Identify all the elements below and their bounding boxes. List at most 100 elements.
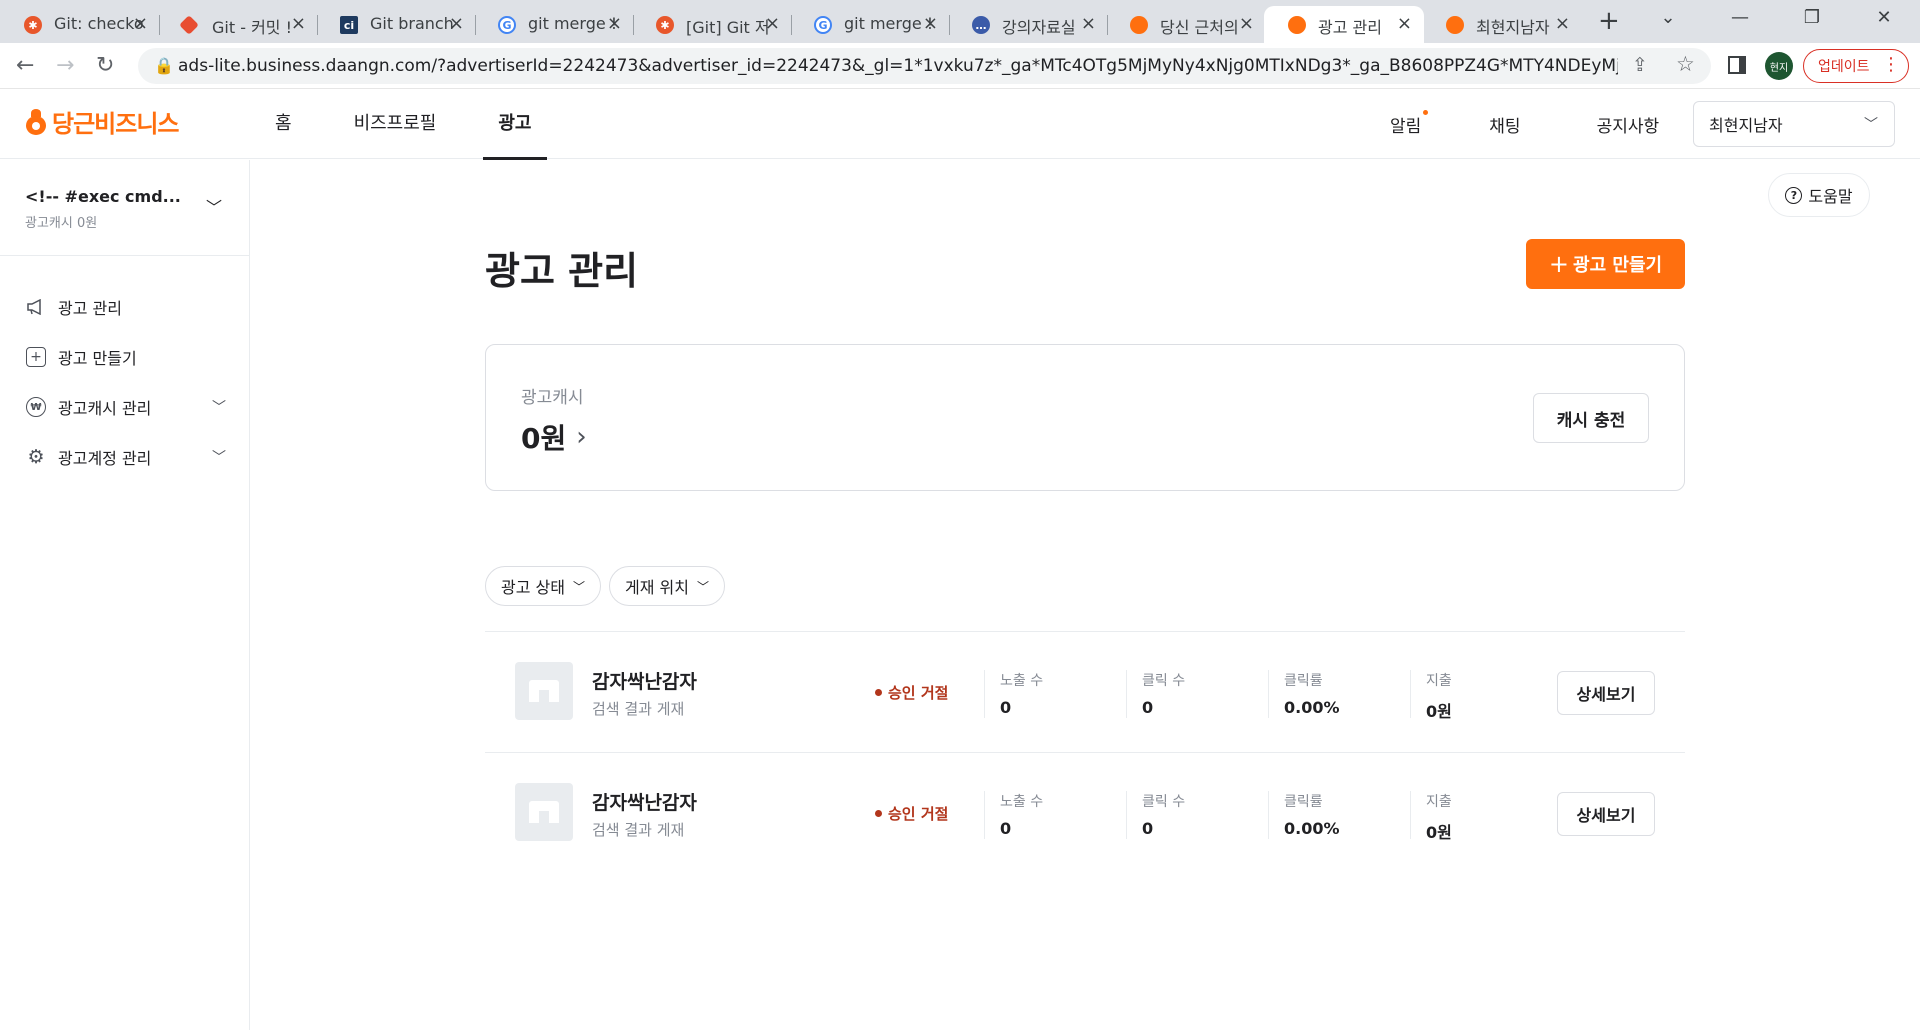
url-text[interactable]: ads-lite.business.daangn.com/?advertiser…: [178, 56, 1618, 76]
sidebar-item-label: 광고계정 관리: [58, 449, 152, 468]
ad-status-filter[interactable]: 광고 상태 ﹀: [485, 566, 601, 606]
ctr-stat: 클릭률 0.00%: [1268, 791, 1408, 839]
git-icon: ✱: [656, 16, 674, 34]
browser-tab-active[interactable]: 광고 관리 ×: [1264, 6, 1424, 43]
sidebar-item-ad-manage[interactable]: 광고 관리: [26, 282, 226, 332]
close-icon[interactable]: ×: [1239, 13, 1254, 34]
won-circle-icon: ₩: [26, 397, 46, 417]
carrot-icon: [1130, 16, 1148, 34]
question-circle-icon: ?: [1785, 186, 1803, 204]
filter-bar: 광고 상태 ﹀ 게재 위치 ﹀: [485, 566, 733, 606]
browser-tab[interactable]: 당신 근처의 ×: [1106, 6, 1266, 43]
tab-search-icon[interactable]: ⌄: [1632, 0, 1704, 36]
ad-row: 감자싹난감자 검색 결과 게재 승인 거절 노출 수 0 클릭 수 0 클릭률 …: [485, 631, 1685, 752]
profile-avatar[interactable]: 현지: [1765, 52, 1793, 80]
sidebar-item-cash-manage[interactable]: ₩ 광고캐시 관리 ﹀: [26, 382, 226, 432]
placement-filter[interactable]: 게재 위치 ﹀: [608, 566, 725, 606]
sidebar-item-ad-create[interactable]: + 광고 만들기: [26, 332, 226, 382]
status-badge: 승인 거절: [875, 682, 948, 703]
browser-tab[interactable]: ✱ Git: checko ×: [0, 6, 160, 43]
close-icon[interactable]: ×: [1081, 13, 1096, 34]
back-icon[interactable]: ←: [16, 53, 34, 78]
store-thumbnail-icon: [515, 662, 573, 720]
close-icon[interactable]: ×: [923, 13, 938, 34]
nav-ads[interactable]: 광고: [483, 89, 547, 160]
store-thumbnail-icon: [515, 783, 573, 841]
restore-icon[interactable]: ❐: [1776, 0, 1848, 36]
close-icon[interactable]: ×: [607, 13, 622, 34]
alarm-link[interactable]: 알림: [1390, 109, 1429, 137]
address-bar[interactable]: 🔒 ads-lite.business.daangn.com/?advertis…: [138, 48, 1711, 84]
stat-label: 클릭률: [1284, 794, 1323, 810]
side-panel-icon[interactable]: [1728, 56, 1746, 74]
stat-value: 0: [1142, 698, 1154, 717]
reload-icon[interactable]: ↻: [96, 53, 114, 78]
share-icon[interactable]: ⇪: [1632, 54, 1648, 76]
close-icon[interactable]: ×: [1555, 13, 1570, 34]
chevron-down-icon[interactable]: ﹀: [206, 194, 222, 218]
stat-label: 노출 수: [1000, 794, 1044, 810]
app-header: 당근비즈니스 홈 비즈프로필 광고 알림 채팅 공지사항 최현지남자 ﹀: [0, 89, 1920, 160]
account-cash: 광고캐시 0원: [25, 216, 98, 231]
browser-tab[interactable]: ci Git branch ×: [316, 6, 476, 43]
ci-icon: ci: [340, 16, 358, 34]
ad-cash-amount: 0원: [521, 422, 567, 455]
update-button[interactable]: 업데이트 ⋮: [1803, 49, 1909, 83]
close-icon[interactable]: ×: [449, 13, 464, 34]
alarm-badge-dot: [1423, 109, 1429, 115]
ad-cash-amount-link[interactable]: 0원 ›: [521, 417, 587, 457]
status-dot: [875, 689, 882, 696]
detail-button[interactable]: 상세보기: [1557, 792, 1655, 836]
minimize-icon[interactable]: —: [1704, 0, 1776, 36]
detail-button[interactable]: 상세보기: [1557, 671, 1655, 715]
sidebar-menu: 광고 관리 + 광고 만들기 ₩ 광고캐시 관리 ﹀ ⚙ 광고계정 관리 ﹀: [26, 282, 226, 482]
sidebar-item-label: 광고캐시 관리: [58, 399, 152, 418]
stat-label: 클릭률: [1284, 673, 1323, 689]
close-icon[interactable]: ×: [1397, 13, 1412, 34]
nav-biz-profile[interactable]: 비즈프로필: [339, 89, 452, 159]
status-label: 승인 거절: [888, 805, 949, 823]
cash-charge-button[interactable]: 캐시 충전: [1533, 393, 1649, 443]
daangn-business-logo[interactable]: 당근비즈니스: [24, 104, 179, 139]
stat-label: 지출: [1426, 794, 1452, 810]
nav-home[interactable]: 홈: [260, 89, 307, 159]
browser-tab[interactable]: G git merge ! ×: [474, 6, 634, 43]
browser-tab[interactable]: … 강의자료실 ×: [948, 6, 1108, 43]
chevron-down-icon: ﹀: [212, 450, 226, 466]
stat-value: 0.00%: [1284, 698, 1340, 717]
sidebar-item-account-manage[interactable]: ⚙ 광고계정 관리 ﹀: [26, 432, 226, 482]
chevron-right-icon: ›: [576, 422, 587, 452]
status-dot: [875, 810, 882, 817]
bookmark-star-icon[interactable]: ☆: [1676, 52, 1695, 76]
help-label: 도움말: [1808, 187, 1853, 206]
close-icon[interactable]: ×: [291, 13, 306, 34]
account-name: <!-- #exec cmd...: [25, 187, 181, 206]
forward-icon[interactable]: →: [56, 53, 74, 78]
sidebar-divider: [0, 255, 250, 256]
carrot-icon: [1446, 16, 1464, 34]
create-ad-button[interactable]: + 광고 만들기: [1526, 239, 1685, 289]
close-icon[interactable]: ×: [133, 13, 148, 34]
sidebar: <!-- #exec cmd... 광고캐시 0원 ﹀ 광고 관리 + 광고 만…: [0, 160, 250, 1030]
clicks-stat: 클릭 수 0: [1126, 791, 1266, 839]
stat-value: 0원: [1426, 823, 1452, 842]
browser-tab[interactable]: G git merge ! ×: [790, 6, 950, 43]
new-tab-icon[interactable]: +: [1598, 6, 1620, 36]
business-select[interactable]: 최현지남자 ﹀: [1693, 101, 1895, 147]
help-button[interactable]: ? 도움말: [1768, 173, 1870, 217]
chat-link[interactable]: 채팅: [1489, 112, 1520, 137]
git-diamond-icon: [179, 15, 199, 35]
notice-link[interactable]: 공지사항: [1597, 112, 1660, 137]
browser-tab[interactable]: 최현지남자 ×: [1422, 6, 1582, 43]
close-window-icon[interactable]: ✕: [1848, 0, 1920, 36]
browser-tab[interactable]: Git - 커밋 ! ×: [158, 6, 318, 43]
stat-label: 클릭 수: [1142, 673, 1186, 689]
business-select-value: 최현지남자: [1709, 116, 1783, 135]
lock-icon[interactable]: 🔒: [154, 56, 174, 75]
close-icon[interactable]: ×: [765, 13, 780, 34]
account-switcher[interactable]: <!-- #exec cmd... 광고캐시 0원: [25, 187, 181, 231]
stat-label: 지출: [1426, 673, 1452, 689]
update-label: 업데이트: [1818, 59, 1870, 75]
browser-tab[interactable]: ✱ [Git] Git 저 ×: [632, 6, 792, 43]
browser-tabstrip: ✱ Git: checko × Git - 커밋 ! × ci Git bran…: [0, 0, 1920, 43]
